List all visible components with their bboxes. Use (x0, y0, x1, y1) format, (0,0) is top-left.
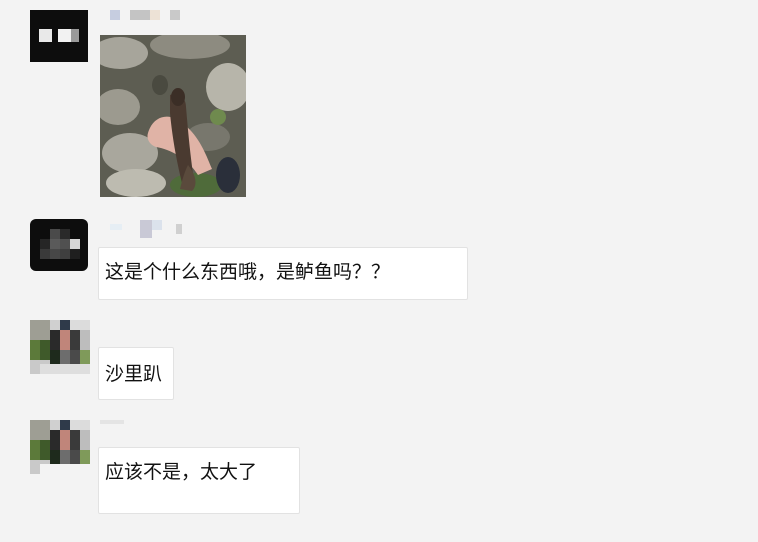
avatar[interactable] (30, 219, 88, 271)
message-text: 这是个什么东西哦，是鲈鱼吗？？ (105, 261, 391, 283)
sender-name-obscured (110, 220, 185, 238)
message-bubble[interactable]: 沙里趴 (98, 347, 174, 400)
message-text: 沙里趴 (105, 363, 163, 385)
message-text: 应该不是，太大了 (105, 461, 258, 483)
message-bubble[interactable]: 这是个什么东西哦，是鲈鱼吗？？ (98, 247, 468, 300)
sender-name-obscured (100, 420, 140, 426)
avatar[interactable] (30, 320, 90, 374)
fish-photo[interactable] (100, 35, 246, 197)
avatar[interactable] (30, 10, 88, 62)
sender-name-obscured (110, 10, 182, 20)
avatar[interactable] (30, 420, 90, 474)
message-bubble[interactable]: 应该不是，太大了 (98, 447, 300, 514)
